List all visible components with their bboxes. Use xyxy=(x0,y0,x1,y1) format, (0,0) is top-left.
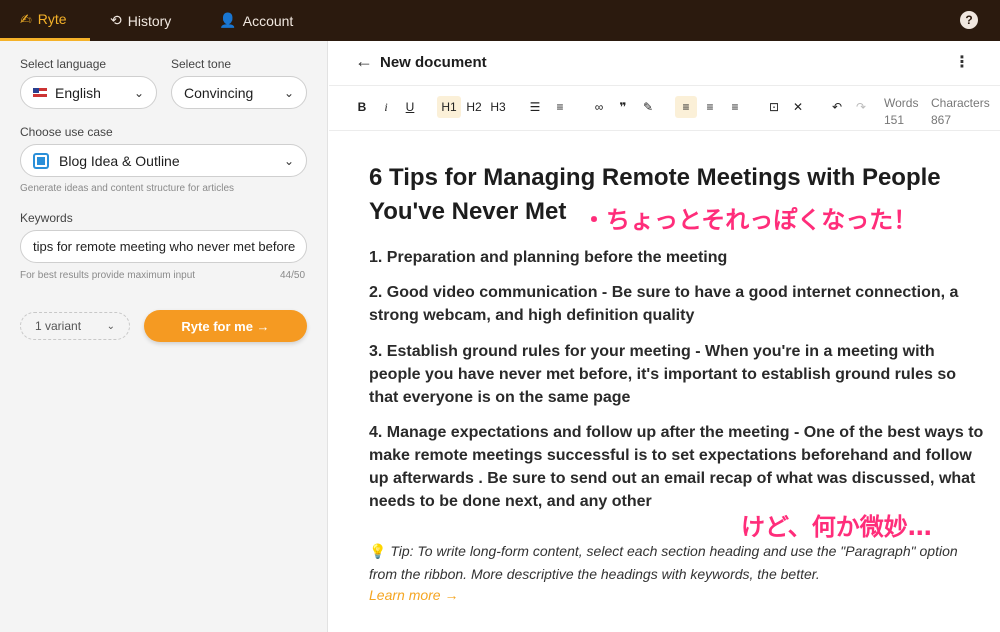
annotation-top: ・ちょっとそれっぽくなった！ xyxy=(582,206,918,234)
underline-button[interactable]: U xyxy=(401,100,419,114)
help-icon[interactable]: ? xyxy=(960,11,978,29)
formatting-toolbar: B i U H1 H2 H3 ☰ ≡ ∞ ❞ ✎ ≡ ≡ ≡ ⊡ ✕ ↶ ↷ W… xyxy=(329,85,1000,131)
tab-account-label: Account xyxy=(242,12,294,29)
keywords-label: Keywords xyxy=(20,211,73,225)
language-value: English xyxy=(55,84,101,101)
tip-text: 💡 Tip: To write long-form content, selec… xyxy=(369,540,969,586)
blog-icon xyxy=(33,152,49,169)
tab-history-label: History xyxy=(127,12,172,29)
clear-format-icon[interactable]: ✕ xyxy=(789,100,807,114)
link-icon[interactable]: ∞ xyxy=(590,100,608,114)
use-case-label: Choose use case xyxy=(20,125,113,139)
select-all-icon[interactable]: ⊡ xyxy=(765,100,783,114)
bullet-list-icon[interactable]: ☰ xyxy=(526,100,544,114)
quote-icon[interactable]: ❞ xyxy=(614,100,632,114)
tab-ryte-label: Ryte xyxy=(37,11,67,27)
document-title[interactable]: New document xyxy=(380,54,487,71)
italic-button[interactable]: i xyxy=(377,100,395,115)
words-count: 151 xyxy=(884,113,905,127)
tone-select[interactable]: Convincing ⌄ xyxy=(171,76,307,109)
paragraph-1[interactable]: 1. Preparation and planning before the m… xyxy=(369,246,989,269)
undo-icon[interactable]: ↶ xyxy=(828,100,846,114)
tip-content: Tip: To write long-form content, select … xyxy=(369,543,958,582)
ryte-logo-icon: ✍ xyxy=(20,10,32,27)
redo-icon[interactable]: ↷ xyxy=(852,100,870,114)
paragraph-2[interactable]: 2. Good video communication - Be sure to… xyxy=(369,281,989,327)
keywords-input[interactable]: tips for remote meeting who never met be… xyxy=(20,230,307,263)
h2-button[interactable]: H2 xyxy=(463,100,485,114)
chevron-down-icon: ⌄ xyxy=(133,85,144,100)
variant-select[interactable]: 1 variant ⌄ xyxy=(20,312,130,340)
align-right-icon[interactable]: ≡ xyxy=(726,100,744,114)
h3-button[interactable]: H3 xyxy=(487,100,509,114)
lightbulb-icon: 💡 xyxy=(369,543,387,559)
tab-history[interactable]: ⟲ History xyxy=(98,0,183,41)
back-arrow-icon[interactable]: ← xyxy=(355,51,373,72)
tone-value: Convincing xyxy=(184,84,254,101)
language-select[interactable]: English ⌄ xyxy=(20,76,157,109)
use-case-hint: Generate ideas and content structure for… xyxy=(20,183,235,194)
history-icon: ⟲ xyxy=(110,12,122,28)
align-center-icon[interactable]: ≡ xyxy=(701,100,719,114)
editor-panel: ← New document ⋮ B i U H1 H2 H3 ☰ ≡ ∞ ❞ … xyxy=(329,41,1000,632)
variant-value: 1 variant xyxy=(35,319,82,333)
more-options-icon[interactable]: ⋮ xyxy=(954,52,970,72)
paragraph-4[interactable]: 4. Manage expectations and follow up aft… xyxy=(369,421,989,513)
tab-ryte[interactable]: ✍ Ryte xyxy=(0,0,90,41)
highlight-pen-icon[interactable]: ✎ xyxy=(639,100,657,114)
us-flag-icon xyxy=(33,88,47,97)
keywords-count: 44/50 xyxy=(280,270,306,281)
bold-button[interactable]: B xyxy=(353,100,371,114)
characters-count: 867 xyxy=(931,113,952,127)
h1-button[interactable]: H1 xyxy=(437,96,461,118)
top-nav-bar: ✍ Ryte ⟲ History 👤 Account ? xyxy=(0,0,1000,41)
language-label: Select language xyxy=(20,57,107,71)
keywords-hint: For best results provide maximum input xyxy=(20,270,196,281)
person-icon: 👤 xyxy=(219,12,237,28)
settings-panel: Select language English ⌄ Select tone Co… xyxy=(0,41,328,632)
use-case-select[interactable]: Blog Idea & Outline ⌄ xyxy=(20,144,307,177)
ryte-for-me-button[interactable]: Ryte for me → xyxy=(144,310,307,342)
use-case-value: Blog Idea & Outline xyxy=(59,152,180,169)
chevron-down-icon: ⌄ xyxy=(283,85,294,100)
tone-label: Select tone xyxy=(171,57,232,71)
align-left-icon[interactable]: ≡ xyxy=(675,96,697,118)
chevron-down-icon: ⌄ xyxy=(106,320,115,332)
annotation-bottom: けど、何か微妙… xyxy=(741,513,932,541)
paragraph-3[interactable]: 3. Establish ground rules for your meeti… xyxy=(369,340,989,409)
tab-account[interactable]: 👤 Account xyxy=(207,0,305,41)
chevron-down-icon: ⌄ xyxy=(283,153,294,168)
characters-label: Characters xyxy=(931,96,990,110)
numbered-list-icon[interactable]: ≡ xyxy=(551,100,569,114)
keywords-value: tips for remote meeting who never met be… xyxy=(33,239,296,254)
learn-more-link[interactable]: Learn more → xyxy=(369,587,458,603)
words-label: Words xyxy=(884,96,919,110)
